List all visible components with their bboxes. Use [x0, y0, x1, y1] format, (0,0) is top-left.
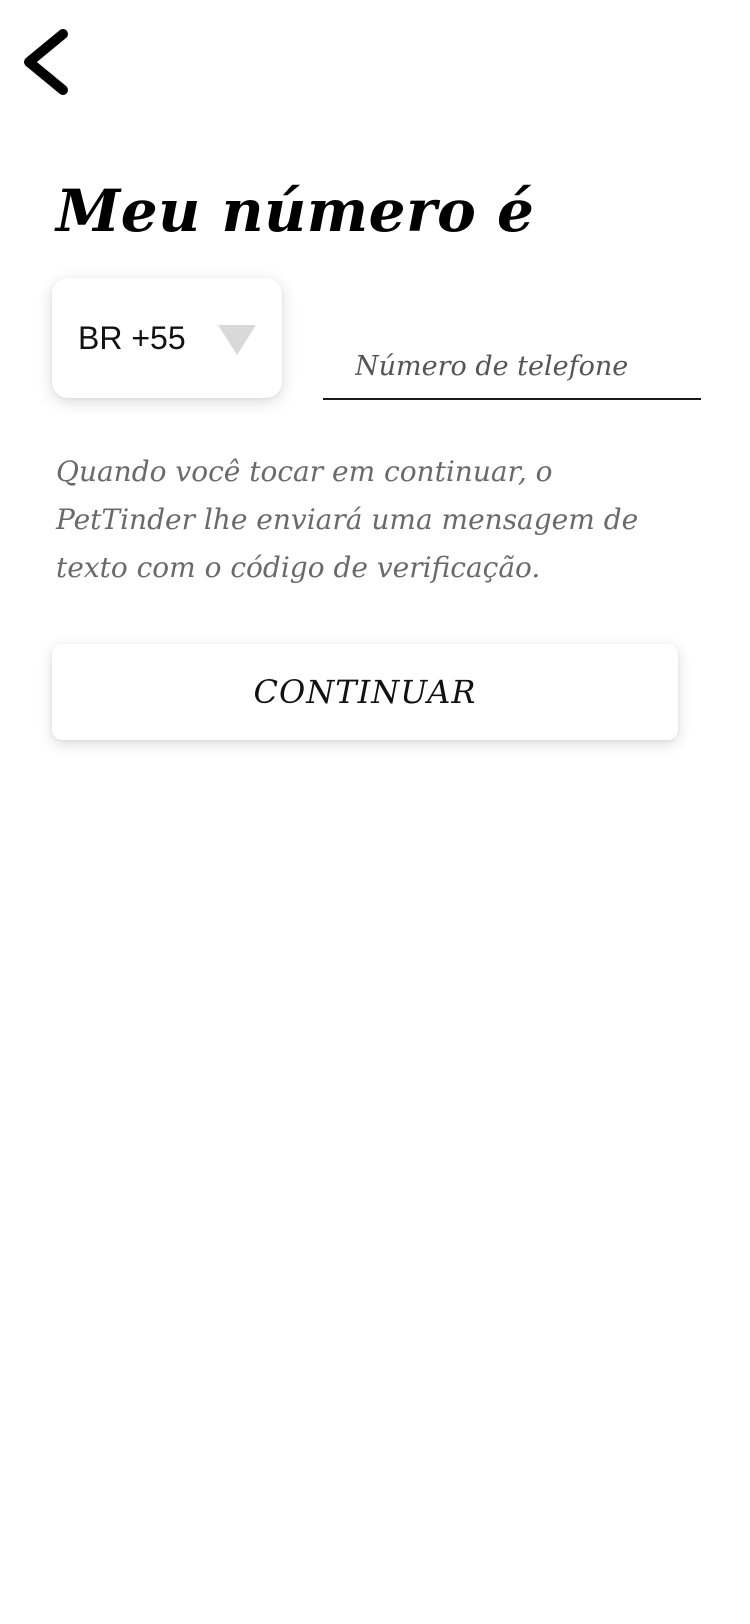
country-code-select[interactable]: BR +55 [52, 278, 282, 398]
verification-info-text: Quando você tocar em continuar, o PetTin… [56, 455, 639, 584]
page-title: Meu número é [56, 177, 535, 245]
continue-button[interactable]: CONTINUAR [52, 644, 678, 740]
back-button[interactable] [14, 22, 80, 102]
chevron-left-icon [24, 29, 68, 95]
country-code-value: BR +55 [78, 319, 186, 356]
triangle-down-icon [218, 325, 256, 355]
phone-number-input[interactable] [323, 340, 701, 400]
